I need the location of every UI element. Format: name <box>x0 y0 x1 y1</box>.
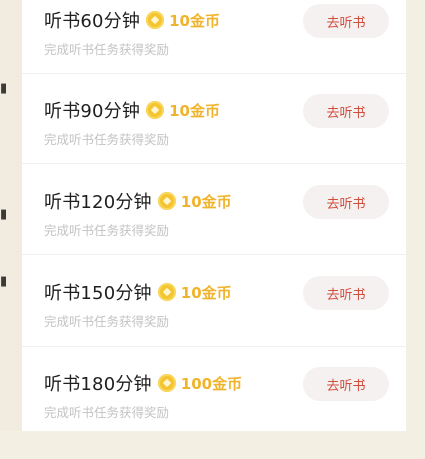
task-reward: 10金币 <box>180 192 232 211</box>
task-row-180min: 听书180分钟 100金币 完成听书任务获得奖励 去听书 <box>22 367 406 459</box>
task-title-row: 听书90分钟 10金币 <box>44 96 220 124</box>
cropped-background-text: ■ <box>0 208 6 222</box>
task-description: 完成听书任务获得奖励 <box>44 42 170 57</box>
task-title: 听书60分钟 <box>44 11 141 32</box>
task-title: 听书150分钟 <box>44 283 152 304</box>
go-listen-button[interactable]: 去听书 <box>303 276 389 310</box>
go-listen-button[interactable]: 去听书 <box>303 185 389 219</box>
go-listen-button[interactable]: 去听书 <box>303 367 389 401</box>
task-row-120min: 听书120分钟 10金币 完成听书任务获得奖励 去听书 <box>22 185 406 277</box>
gold-coin-icon <box>157 192 176 210</box>
gold-coin-icon <box>157 283 176 301</box>
task-title-row: 听书180分钟 100金币 <box>44 369 242 397</box>
cropped-background-text: ■ <box>0 82 6 96</box>
task-reward: 100金币 <box>180 374 243 393</box>
task-title: 听书120分钟 <box>44 192 152 213</box>
task-description: 完成听书任务获得奖励 <box>44 405 170 420</box>
task-title-row: 听书120分钟 10金币 <box>44 187 232 215</box>
gold-coin-icon <box>146 11 165 29</box>
gold-coin-icon <box>157 374 176 392</box>
task-title-row: 听书60分钟 10金币 <box>44 6 220 34</box>
task-description: 完成听书任务获得奖励 <box>44 223 170 238</box>
task-reward: 10金币 <box>169 11 220 30</box>
go-listen-button[interactable]: 去听书 <box>303 94 389 128</box>
background-right-edge <box>405 0 425 431</box>
task-reward: 10金币 <box>180 283 232 302</box>
task-description: 完成听书任务获得奖励 <box>44 132 170 147</box>
cropped-background-text: ■ <box>0 275 6 289</box>
task-row-60min: 听书60分钟 10金币 完成听书任务获得奖励 去听书 <box>22 4 406 96</box>
task-description: 完成听书任务获得奖励 <box>44 314 170 329</box>
task-title: 听书180分钟 <box>44 374 152 395</box>
task-reward: 10金币 <box>169 101 220 120</box>
gold-coin-icon <box>146 101 165 119</box>
task-row-150min: 听书150分钟 10金币 完成听书任务获得奖励 去听书 <box>22 276 406 368</box>
task-row-90min: 听书90分钟 10金币 完成听书任务获得奖励 去听书 <box>22 94 406 186</box>
go-listen-button[interactable]: 去听书 <box>303 4 389 38</box>
task-title-row: 听书150分钟 10金币 <box>44 278 232 306</box>
task-title: 听书90分钟 <box>44 101 141 122</box>
